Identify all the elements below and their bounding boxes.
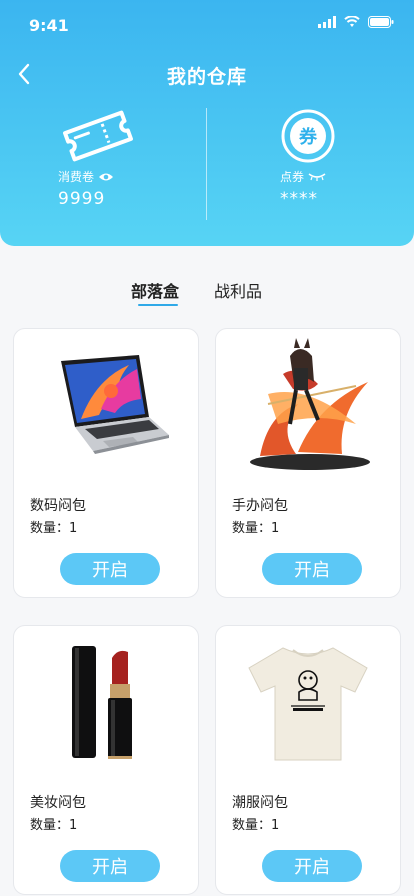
coupon-value: **** bbox=[280, 189, 318, 209]
nav-bar: 我的仓库 bbox=[0, 52, 414, 96]
item-quantity: 数量：1 bbox=[232, 818, 280, 833]
signal-icon bbox=[318, 16, 336, 28]
warehouse-panel: 部落盒 战利品 数码闷包 数量：1 开启 手办闷包 数量：1 开启 美妆闷包 数… bbox=[0, 264, 414, 896]
open-button[interactable]: 开启 bbox=[262, 850, 362, 882]
wifi-icon bbox=[344, 16, 360, 27]
item-name: 数码闷包 bbox=[30, 498, 86, 514]
item-quantity: 数量：1 bbox=[232, 521, 280, 536]
laptop-image bbox=[61, 355, 169, 454]
status-icons bbox=[318, 16, 394, 28]
figure-image bbox=[250, 338, 370, 470]
coupon-label: 点券 bbox=[280, 168, 414, 185]
coupon-icon: 券 bbox=[281, 109, 335, 163]
item-name: 手办闷包 bbox=[232, 498, 288, 514]
battery-icon bbox=[368, 16, 394, 28]
voucher-value: 9999 bbox=[58, 189, 106, 209]
item-name: 美妆闷包 bbox=[30, 795, 86, 811]
lipstick-image bbox=[72, 646, 132, 759]
item-card-cosmetics: 美妆闷包 数量：1 开启 bbox=[13, 625, 199, 895]
item-image bbox=[14, 329, 198, 479]
header: 9:41 我的仓库 消费卷 9999 券 点券 **** bbox=[0, 0, 414, 246]
eye-icon[interactable] bbox=[98, 171, 114, 183]
eye-closed-icon[interactable] bbox=[308, 172, 326, 182]
item-image bbox=[216, 626, 400, 776]
open-button[interactable]: 开启 bbox=[60, 553, 160, 585]
tab-loot[interactable]: 战利品 bbox=[214, 278, 262, 302]
tshirt-image bbox=[248, 647, 368, 761]
tab-tribe-box[interactable]: 部落盒 bbox=[131, 278, 179, 302]
item-card-apparel: 潮服闷包 数量：1 开启 bbox=[215, 625, 401, 895]
open-button[interactable]: 开启 bbox=[60, 850, 160, 882]
consumption-voucher[interactable]: 消费卷 9999 bbox=[58, 108, 218, 209]
coupon-label-text: 点券 bbox=[280, 170, 305, 184]
status-time: 9:41 bbox=[29, 16, 69, 35]
tab-active-indicator bbox=[138, 304, 178, 306]
item-card-figure: 手办闷包 数量：1 开启 bbox=[215, 328, 401, 598]
item-image bbox=[14, 626, 198, 776]
item-quantity: 数量：1 bbox=[30, 818, 78, 833]
item-name: 潮服闷包 bbox=[232, 795, 288, 811]
item-quantity: 数量：1 bbox=[30, 521, 78, 536]
tab-bar: 部落盒 战利品 bbox=[0, 272, 414, 308]
ticket-icon bbox=[63, 110, 133, 162]
wallet-summary: 消费卷 9999 券 点券 **** bbox=[0, 108, 414, 220]
open-button[interactable]: 开启 bbox=[262, 553, 362, 585]
item-image bbox=[216, 329, 400, 479]
coupon-glyph: 券 bbox=[298, 126, 318, 148]
status-bar: 9:41 bbox=[0, 0, 414, 48]
page-title: 我的仓库 bbox=[166, 66, 247, 88]
voucher-label: 消费卷 bbox=[58, 168, 218, 185]
points-coupon[interactable]: 券 点券 **** bbox=[280, 108, 414, 209]
item-card-digital: 数码闷包 数量：1 开启 bbox=[13, 328, 199, 598]
divider bbox=[206, 108, 207, 220]
voucher-label-text: 消费卷 bbox=[58, 170, 95, 184]
